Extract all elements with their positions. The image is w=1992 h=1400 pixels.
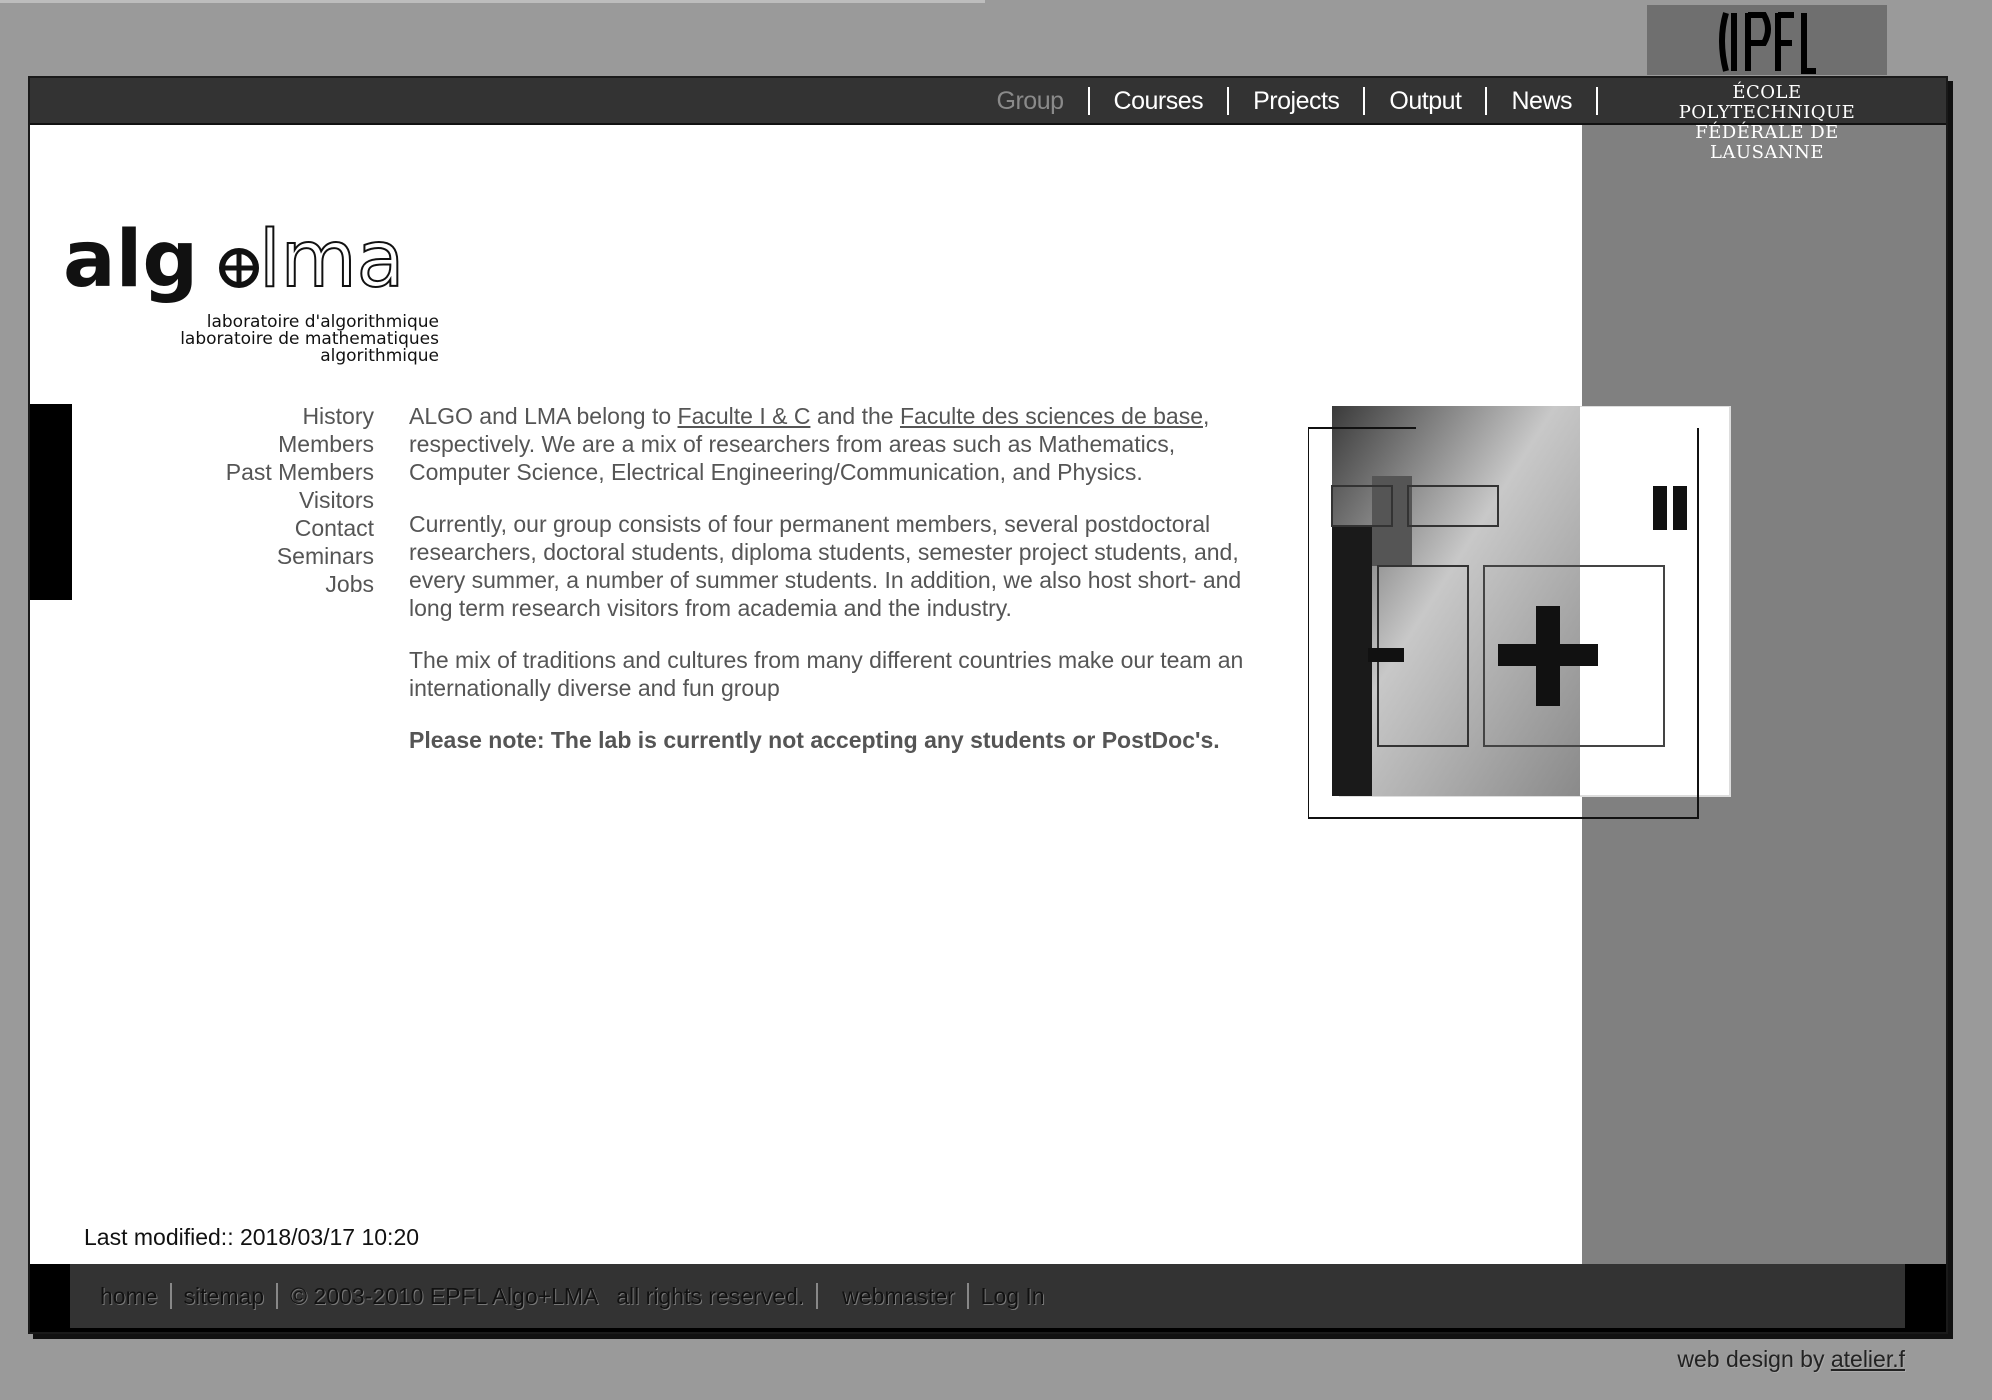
notice-paragraph: Please note: The lab is currently not ac… (409, 727, 1220, 753)
footer-webmaster-link[interactable]: webmaster (830, 1283, 969, 1309)
nav-output[interactable]: Output (1365, 86, 1488, 115)
epfl-logo[interactable]: ÉCOLE POLYTECHNIQUE FÉDÉRALE DE LAUSANNE (1647, 5, 1887, 163)
decorative-artwork (1308, 406, 1731, 819)
top-edge (0, 0, 985, 3)
logo-subtitle-2: laboratoire de mathematiques algorithmiq… (180, 329, 439, 366)
sidebar-item-members[interactable]: Members (226, 430, 374, 458)
svg-text:lma: lma (259, 218, 404, 305)
sidebar-item-seminars[interactable]: Seminars (226, 542, 374, 570)
last-modified: Last modified:: 2018/03/17 10:20 (84, 1224, 420, 1250)
algo-lma-logo[interactable]: alg lma laboratoire d'algorithmique labo… (63, 214, 443, 365)
sidebar-item-jobs[interactable]: Jobs (226, 570, 374, 598)
culture-paragraph: The mix of traditions and cultures from … (409, 647, 1244, 701)
footer-home-link[interactable]: home (100, 1283, 172, 1309)
nav-links: Group Courses Projects Output News (973, 78, 1598, 123)
footer-sitemap-link[interactable]: sitemap (172, 1283, 279, 1309)
footer-copyright: © 2003-2010 EPFL Algo+LMA all rights res… (278, 1283, 819, 1309)
footer-login-link[interactable]: Log In (969, 1283, 1057, 1309)
algo-lma-logo-mark: alg lma (63, 214, 405, 306)
faculte-sb-link[interactable]: Faculte des sciences de base (900, 403, 1203, 429)
sidebar-item-visitors[interactable]: Visitors (226, 486, 374, 514)
sidebar-item-past-members[interactable]: Past Members (226, 458, 374, 486)
nav-group[interactable]: Group (973, 86, 1090, 115)
epfl-name: ÉCOLE POLYTECHNIQUE FÉDÉRALE DE LAUSANNE (1678, 82, 1856, 163)
group-paragraph: Currently, our group consists of four pe… (409, 511, 1242, 621)
nav-news[interactable]: News (1487, 86, 1598, 115)
sidebar-item-contact[interactable]: Contact (226, 514, 374, 542)
epfl-mark (1647, 5, 1887, 75)
nav-projects[interactable]: Projects (1229, 86, 1366, 115)
sidebar-marker (30, 404, 72, 600)
sidebar-nav: History Members Past Members Visitors Co… (226, 402, 374, 598)
main-content: ALGO and LMA belong to Faculte I & C and… (409, 402, 1259, 778)
footer-bar: home sitemap © 2003-2010 EPFL Algo+LMA a… (70, 1264, 1905, 1328)
epfl-wordmark-icon (1719, 12, 1816, 74)
atelier-link[interactable]: atelier.f (1831, 1346, 1905, 1372)
page-frame: Group Courses Projects Output News alg l… (28, 76, 1948, 1334)
design-credit: web design by atelier.f (1677, 1346, 1905, 1372)
sidebar-item-history[interactable]: History (226, 402, 374, 430)
footer: home sitemap © 2003-2010 EPFL Algo+LMA a… (30, 1264, 1946, 1332)
faculte-ic-link[interactable]: Faculte I & C (678, 403, 811, 429)
svg-text:alg: alg (63, 218, 198, 305)
nav-courses[interactable]: Courses (1090, 86, 1230, 115)
intro-paragraph: ALGO and LMA belong to Faculte I & C and… (409, 403, 1210, 485)
